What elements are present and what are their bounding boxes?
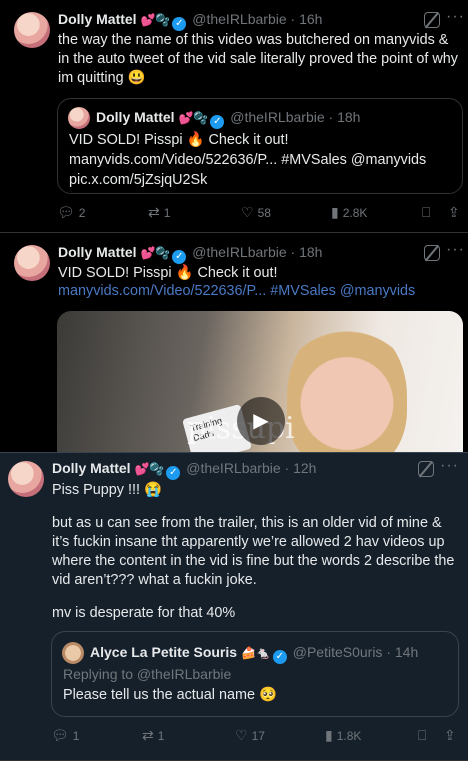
play-icon[interactable]: ▶ <box>237 397 285 445</box>
share-button[interactable]: ⇪ <box>444 727 456 744</box>
tweet-header: Dolly Mattel 💕🫧 ✓ @theIRLbarbie · 16h <box>58 11 323 31</box>
views-button[interactable]: ▮ 1.8K <box>325 727 361 744</box>
bookmark-icon: ⎕ <box>422 204 431 220</box>
verified-badge: ✓ <box>210 115 225 129</box>
quote-line: manyvids.com/Video/522636/P... #MVSales … <box>69 152 427 168</box>
like-count: 17 <box>251 728 265 743</box>
author-name[interactable]: Dolly Mattel <box>58 11 137 27</box>
reply-count: 1 <box>72 728 80 743</box>
retweet-button[interactable]: ⇄ 1 <box>148 204 170 221</box>
reply-button[interactable]: 💬︎ 2 <box>57 204 85 221</box>
retweet-count: 1 <box>157 728 165 743</box>
verified-badge: ✓ <box>272 650 287 664</box>
tweet-link[interactable]: manyvids.com/Video/522636/P... #MVSales … <box>58 282 458 300</box>
tweet-header: Dolly Mattel 💕🫧 ✓ @theIRLbarbie · 18h <box>58 244 323 264</box>
tweet-line: VID SOLD! Pisspi 🔥 Check it out! <box>58 265 278 281</box>
verified-badge: ✓ <box>172 250 187 264</box>
name-emojis: 💕🫧 <box>178 111 209 125</box>
author-name[interactable]: Dolly Mattel <box>52 460 131 476</box>
name-emojis: 🍰🐁 <box>240 646 271 660</box>
bookmark-icon: ⎕ <box>418 727 427 743</box>
tweet-paragraph: mv is desperate for that 40% <box>52 605 236 621</box>
tweet[interactable]: Dolly Mattel 💕🫧 ✓ @theIRLbarbie · 16h ···… <box>0 0 468 233</box>
share-icon: ⇪ <box>448 204 460 220</box>
views-button[interactable]: ▮ 2.8K <box>331 204 367 221</box>
grok-icon[interactable] <box>424 245 440 261</box>
thumbnail-subject <box>287 321 407 455</box>
bookmark-button[interactable]: ⎕ <box>418 727 426 744</box>
author-handle[interactable]: @theIRLbarbie <box>192 244 286 260</box>
like-icon: ♡ <box>241 204 254 220</box>
author-handle: @theIRLbarbie <box>230 109 325 125</box>
tweet-header: Dolly Mattel 💕🫧 ✓ @theIRLbarbie · 12h <box>52 460 317 480</box>
avatar[interactable] <box>8 461 44 497</box>
like-icon: ♡ <box>235 727 248 743</box>
bookmark-button[interactable]: ⎕ <box>422 204 430 221</box>
share-button[interactable]: ⇪ <box>448 204 460 221</box>
tweet-text: Piss Puppy !!! 😭 but as u can see from t… <box>52 481 458 623</box>
video-thumbnail[interactable]: Training Dads pissupi ▶ <box>57 311 463 455</box>
like-button[interactable]: ♡ 58 <box>241 204 271 221</box>
quote-text: Please tell us the actual name 🥺 <box>63 687 277 703</box>
views-icon: ▮ <box>325 727 333 743</box>
quote-line: pic.x.com/5jZsjqU2Sk <box>69 172 208 188</box>
verified-badge: ✓ <box>172 17 187 31</box>
action-bar: 💬︎ 2 ⇄ 1 ♡ 58 ▮ 2.8K ⎕ ⇪ <box>0 204 468 224</box>
view-count: 1.8K <box>336 728 362 743</box>
reply-icon: 💬︎ <box>51 727 69 743</box>
tweet-text: VID SOLD! Pisspi 🔥 Check it out! manyvid… <box>58 264 458 300</box>
retweet-count: 1 <box>163 205 171 220</box>
timestamp: 18h <box>337 109 361 125</box>
like-count: 58 <box>257 205 271 220</box>
tweet-paragraph: Piss Puppy !!! 😭 <box>52 482 162 498</box>
tweet[interactable]: Dolly Mattel 💕🫧 ✓ @theIRLbarbie · 18h ···… <box>0 233 468 456</box>
views-icon: ▮ <box>331 204 339 220</box>
quoted-tweet[interactable]: Dolly Mattel 💕🫧 ✓ @theIRLbarbie · 18h VID… <box>57 98 463 194</box>
quote-text: VID SOLD! Pisspi 🔥 Check it out! manyvid… <box>69 130 457 190</box>
reply-count: 2 <box>78 205 86 220</box>
quoted-tweet[interactable]: Alyce La Petite Souris 🍰🐁 ✓ @PetiteS0uris… <box>51 631 459 717</box>
author-name: Alyce La Petite Souris <box>90 644 238 660</box>
retweet-button[interactable]: ⇄ 1 <box>142 727 164 744</box>
share-icon: ⇪ <box>444 727 456 743</box>
name-emojis: 💕🫧 <box>140 13 171 27</box>
verified-badge: ✓ <box>166 466 181 480</box>
quote-header: Dolly Mattel 💕🫧 ✓ @theIRLbarbie · 18h <box>96 109 361 129</box>
author-handle[interactable]: @theIRLbarbie <box>186 460 280 476</box>
like-button[interactable]: ♡ 17 <box>235 727 265 744</box>
replying-to: Replying to @theIRLbarbie <box>63 666 232 682</box>
more-icon[interactable]: ··· <box>440 457 459 475</box>
author-name: Dolly Mattel <box>96 109 175 125</box>
tweet-paragraph: but as u can see from the trailer, this … <box>52 515 455 588</box>
author-handle: @PetiteS0uris <box>292 644 383 660</box>
name-emojis: 💕🫧 <box>134 462 165 476</box>
quote-line: VID SOLD! Pisspi 🔥 Check it out! <box>69 132 289 148</box>
grok-icon[interactable] <box>424 12 440 28</box>
timestamp[interactable]: 18h <box>299 244 322 260</box>
more-icon[interactable]: ··· <box>446 241 465 259</box>
tweet[interactable]: Dolly Mattel 💕🫧 ✓ @theIRLbarbie · 12h ···… <box>0 452 468 761</box>
author-handle[interactable]: @theIRLbarbie <box>192 11 286 27</box>
more-icon[interactable]: ··· <box>446 8 465 26</box>
grok-icon[interactable] <box>418 461 434 477</box>
reply-button[interactable]: 💬︎ 1 <box>51 727 79 744</box>
action-bar: 💬︎ 1 ⇄ 1 ♡ 17 ▮ 1.8K ⎕ ⇪ <box>0 727 468 747</box>
author-name[interactable]: Dolly Mattel <box>58 244 137 260</box>
timestamp: 14h <box>394 644 419 660</box>
tweet-text: the way the name of this video was butch… <box>58 32 458 86</box>
quote-header: Alyce La Petite Souris 🍰🐁 ✓ @PetiteS0uris… <box>90 644 419 664</box>
name-emojis: 💕🫧 <box>140 246 171 260</box>
retweet-icon: ⇄ <box>142 727 154 743</box>
view-count: 2.8K <box>342 205 368 220</box>
avatar[interactable] <box>14 245 50 281</box>
avatar[interactable] <box>68 107 90 129</box>
retweet-icon: ⇄ <box>148 204 160 220</box>
avatar[interactable] <box>62 642 84 664</box>
timestamp[interactable]: 12h <box>293 460 316 476</box>
avatar[interactable] <box>14 12 50 48</box>
reply-icon: 💬︎ <box>57 204 75 220</box>
timestamp[interactable]: 16h <box>299 11 322 27</box>
